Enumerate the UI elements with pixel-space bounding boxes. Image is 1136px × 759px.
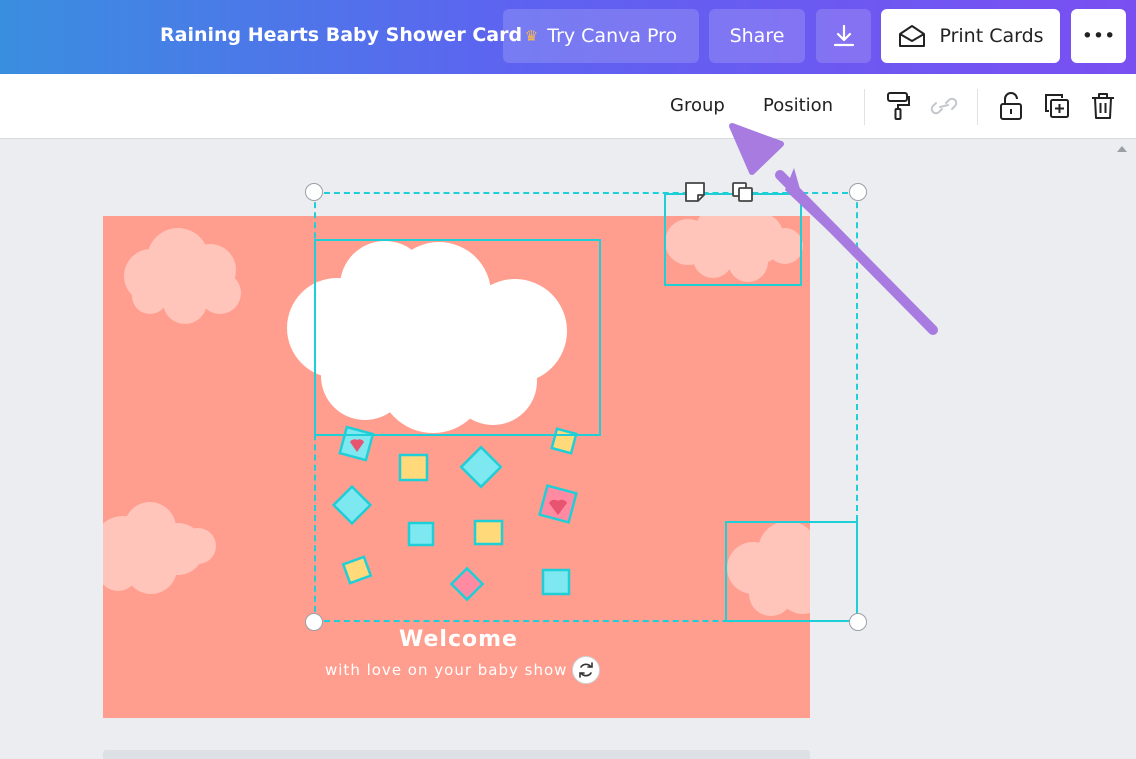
note-icon	[685, 182, 705, 202]
link-icon	[930, 97, 958, 115]
link-button[interactable]	[929, 91, 959, 121]
copy-element-button[interactable]	[730, 180, 756, 204]
scroll-up-arrow[interactable]	[1117, 146, 1127, 152]
context-toolbar: Group Position	[0, 74, 1136, 139]
top-header: Raining Hearts Baby Shower Card ♛ Try Ca…	[0, 0, 1136, 74]
welcome-heading[interactable]: Welcome	[0, 627, 917, 652]
copy-style-button[interactable]	[883, 91, 913, 121]
download-icon	[833, 24, 854, 47]
selected-element-outline[interactable]	[725, 521, 858, 622]
resize-handle-top-right[interactable]	[849, 183, 867, 201]
more-options-button[interactable]: •••	[1071, 9, 1126, 63]
trash-icon	[1092, 93, 1114, 119]
selected-element-outline[interactable]	[314, 239, 601, 436]
paint-roller-icon	[887, 92, 910, 120]
try-canva-pro-label: Try Canva Pro	[547, 25, 678, 47]
download-button[interactable]	[816, 9, 871, 63]
unlock-icon	[1000, 92, 1022, 120]
delete-button[interactable]	[1088, 91, 1118, 121]
cloud-top-left	[124, 228, 241, 324]
print-cards-label: Print Cards	[939, 25, 1044, 47]
cloud-bottom-left	[103, 502, 216, 594]
resize-handle-bottom-right[interactable]	[849, 613, 867, 631]
comment-button[interactable]	[682, 180, 708, 204]
rotate-icon	[579, 662, 593, 678]
lock-button[interactable]	[996, 91, 1026, 121]
print-cards-button[interactable]: Print Cards	[881, 9, 1060, 63]
try-canva-pro-button[interactable]: ♛ Try Canva Pro	[503, 9, 699, 63]
position-button[interactable]: Position	[763, 95, 833, 116]
resize-handle-bottom-left[interactable]	[305, 613, 323, 631]
group-button[interactable]: Group	[670, 95, 725, 116]
toolbar-divider	[977, 89, 978, 125]
welcome-subline[interactable]: with love on your baby show	[325, 661, 567, 679]
selected-element-outline[interactable]	[664, 193, 802, 286]
toolbar-divider	[864, 89, 865, 125]
resize-handle-top-left[interactable]	[305, 183, 323, 201]
copy-icon	[732, 182, 753, 202]
crown-icon: ♛	[524, 27, 539, 45]
duplicate-icon	[1045, 94, 1069, 118]
next-page-preview[interactable]	[103, 750, 810, 759]
document-title[interactable]: Raining Hearts Baby Shower Card	[160, 24, 522, 46]
envelope-icon	[899, 25, 926, 47]
share-button[interactable]: Share	[709, 9, 805, 63]
rotate-handle[interactable]	[572, 656, 600, 684]
duplicate-button[interactable]	[1042, 91, 1072, 121]
